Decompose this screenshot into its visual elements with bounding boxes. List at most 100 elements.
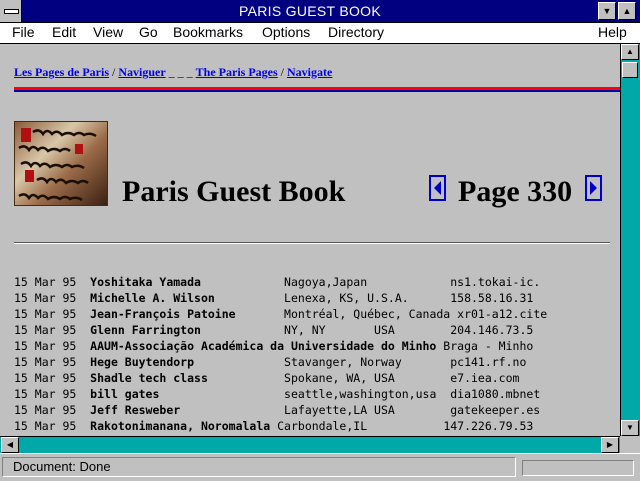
- menu-go[interactable]: Go: [139, 24, 158, 40]
- guest-entry: 15 Mar 95 Rakotonimanana, Noromalala Car…: [14, 418, 547, 434]
- guest-entry: 15 Mar 95 Jean-François Patoine Montréal…: [14, 306, 547, 322]
- guest-entry: 15 Mar 95 Jeff Resweber Lafayette,LA USA…: [14, 402, 547, 418]
- scroll-up-button[interactable]: ▲: [621, 44, 639, 60]
- entry-host: xr01-a12.cite: [457, 307, 548, 321]
- status-text: Document: Done: [2, 457, 516, 477]
- browser-window: PARIS GUEST BOOK ▼ ▲ File Edit View Go B…: [0, 0, 640, 481]
- entry-location: seattle,washington,usa: [284, 387, 437, 401]
- left-arrow-icon: [434, 181, 441, 195]
- breadcrumb-separator: /: [109, 65, 119, 79]
- next-page-button[interactable]: [585, 175, 602, 201]
- page-content: Les Pages de Paris / Naviguer _ _ _ The …: [0, 44, 620, 436]
- maximize-icon: ▲: [622, 6, 632, 16]
- entry-date: 15 Mar 95: [14, 307, 77, 321]
- horizontal-scrollbar[interactable]: ◀ ▶: [0, 436, 620, 453]
- divider-blue: [14, 90, 620, 92]
- entry-name: Jeff Resweber: [90, 403, 181, 417]
- menu-bookmarks[interactable]: Bookmarks: [173, 24, 243, 40]
- entry-location: Lenexa, KS, U.S.A.: [284, 291, 409, 305]
- menu-help[interactable]: Help: [598, 24, 627, 40]
- maximize-button[interactable]: ▲: [618, 2, 636, 20]
- guest-entry: 15 Mar 95 Yoshitaka Yamada Nagoya,Japan …: [14, 274, 547, 290]
- minimize-icon: ▼: [602, 6, 612, 16]
- entry-name: Glenn Farrington: [90, 323, 201, 337]
- link-naviguer[interactable]: Naviguer: [118, 65, 165, 79]
- menu-file[interactable]: File: [12, 24, 35, 40]
- menu-directory[interactable]: Directory: [328, 24, 384, 40]
- entry-location: Braga - Minho: [443, 339, 534, 353]
- entry-host: 204.146.73.5: [450, 323, 534, 337]
- entry-date: 15 Mar 95: [14, 403, 77, 417]
- entry-date: 15 Mar 95: [14, 387, 77, 401]
- entry-date: 15 Mar 95: [14, 291, 77, 305]
- progress-indicator: [522, 460, 634, 476]
- entry-name: Shadle tech class: [90, 371, 208, 385]
- menu-bar: File Edit View Go Bookmarks Options Dire…: [0, 23, 640, 44]
- scrollbar-corner: [620, 436, 640, 453]
- guest-entry: 15 Mar 95 AAUM-Associação Académica da U…: [14, 338, 547, 354]
- vertical-scroll-thumb[interactable]: [622, 62, 638, 78]
- entry-location: Spokane, WA, USA: [284, 371, 395, 385]
- entry-location: Nagoya,Japan: [284, 275, 368, 289]
- entry-host: dia1080.mbnet: [450, 387, 541, 401]
- entry-host: 158.58.16.31: [450, 291, 534, 305]
- system-menu-button[interactable]: [0, 0, 22, 22]
- entry-date: 15 Mar 95: [14, 419, 77, 433]
- vertical-scrollbar[interactable]: ▲ ▼: [620, 44, 640, 437]
- guest-entry: 15 Mar 95 Hege Buytendorp Stavanger, Nor…: [14, 354, 547, 370]
- entry-name: AAUM-Associação Académica da Universidad…: [90, 339, 437, 353]
- guest-entries: 15 Mar 95 Yoshitaka Yamada Nagoya,Japan …: [14, 274, 547, 434]
- entry-location: Stavanger, Norway: [284, 355, 402, 369]
- page-number: Page 330: [458, 175, 573, 208]
- system-menu-icon: [4, 9, 19, 14]
- left-arrow-icon: ◀: [6, 440, 14, 449]
- status-bar: Document: Done: [0, 453, 640, 481]
- entry-name: Rakotonimanana, Noromalala: [90, 419, 271, 433]
- entry-host: e7.iea.com: [450, 371, 520, 385]
- entry-name: Michelle A. Wilson: [90, 291, 215, 305]
- manuscript-logo: [14, 121, 108, 206]
- divider-gray: [14, 242, 610, 244]
- entry-name: Yoshitaka Yamada: [90, 275, 201, 289]
- entry-location: Carbondale,IL: [277, 419, 368, 433]
- prev-page-button[interactable]: [429, 175, 446, 201]
- scroll-down-button[interactable]: ▼: [621, 420, 639, 436]
- down-arrow-icon: ▼: [626, 423, 634, 432]
- link-the-paris-pages[interactable]: The Paris Pages: [196, 65, 278, 79]
- entry-location: Montréal, Québec, Canada: [284, 307, 451, 321]
- entry-date: 15 Mar 95: [14, 323, 77, 337]
- up-arrow-icon: ▲: [626, 47, 634, 56]
- entry-date: 15 Mar 95: [14, 371, 77, 385]
- entry-name: Jean-François Patoine: [90, 307, 236, 321]
- page-title: Paris Guest Book: [122, 175, 346, 208]
- guest-entry: 15 Mar 95 Shadle tech class Spokane, WA,…: [14, 370, 547, 386]
- entry-location: Lafayette,LA USA: [284, 403, 395, 417]
- link-les-pages-de-paris[interactable]: Les Pages de Paris: [14, 65, 109, 79]
- guest-entry: 15 Mar 95 bill gates seattle,washington,…: [14, 386, 547, 402]
- menu-options[interactable]: Options: [262, 24, 310, 40]
- scroll-left-button[interactable]: ◀: [1, 437, 19, 453]
- entry-date: 15 Mar 95: [14, 339, 77, 353]
- window-title: PARIS GUEST BOOK: [239, 3, 381, 19]
- entry-host: gatekeeper.es: [450, 403, 541, 417]
- breadcrumb-separator: /: [277, 65, 288, 79]
- entry-host: 147.226.79.53: [443, 419, 534, 433]
- right-arrow-icon: [590, 181, 597, 195]
- link-navigate[interactable]: Navigate: [287, 65, 332, 79]
- minimize-button[interactable]: ▼: [598, 2, 616, 20]
- menu-view[interactable]: View: [93, 24, 123, 40]
- breadcrumb: Les Pages de Paris / Naviguer _ _ _ The …: [14, 65, 332, 80]
- entry-host: ns1.tokai-ic.: [450, 275, 541, 289]
- menu-edit[interactable]: Edit: [52, 24, 76, 40]
- right-arrow-icon: ▶: [606, 440, 614, 449]
- title-bar: PARIS GUEST BOOK ▼ ▲: [0, 0, 640, 23]
- guest-entry: 15 Mar 95 Michelle A. Wilson Lenexa, KS,…: [14, 290, 547, 306]
- breadcrumb-separator: _ _ _: [165, 65, 196, 79]
- entry-location: NY, NY USA: [284, 323, 395, 337]
- guest-entry: 15 Mar 95 Glenn Farrington NY, NY USA 20…: [14, 322, 547, 338]
- scroll-right-button[interactable]: ▶: [601, 437, 619, 453]
- entry-name: Hege Buytendorp: [90, 355, 195, 369]
- entry-name: bill gates: [90, 387, 160, 401]
- entry-date: 15 Mar 95: [14, 275, 77, 289]
- entry-host: pc141.rf.no: [450, 355, 527, 369]
